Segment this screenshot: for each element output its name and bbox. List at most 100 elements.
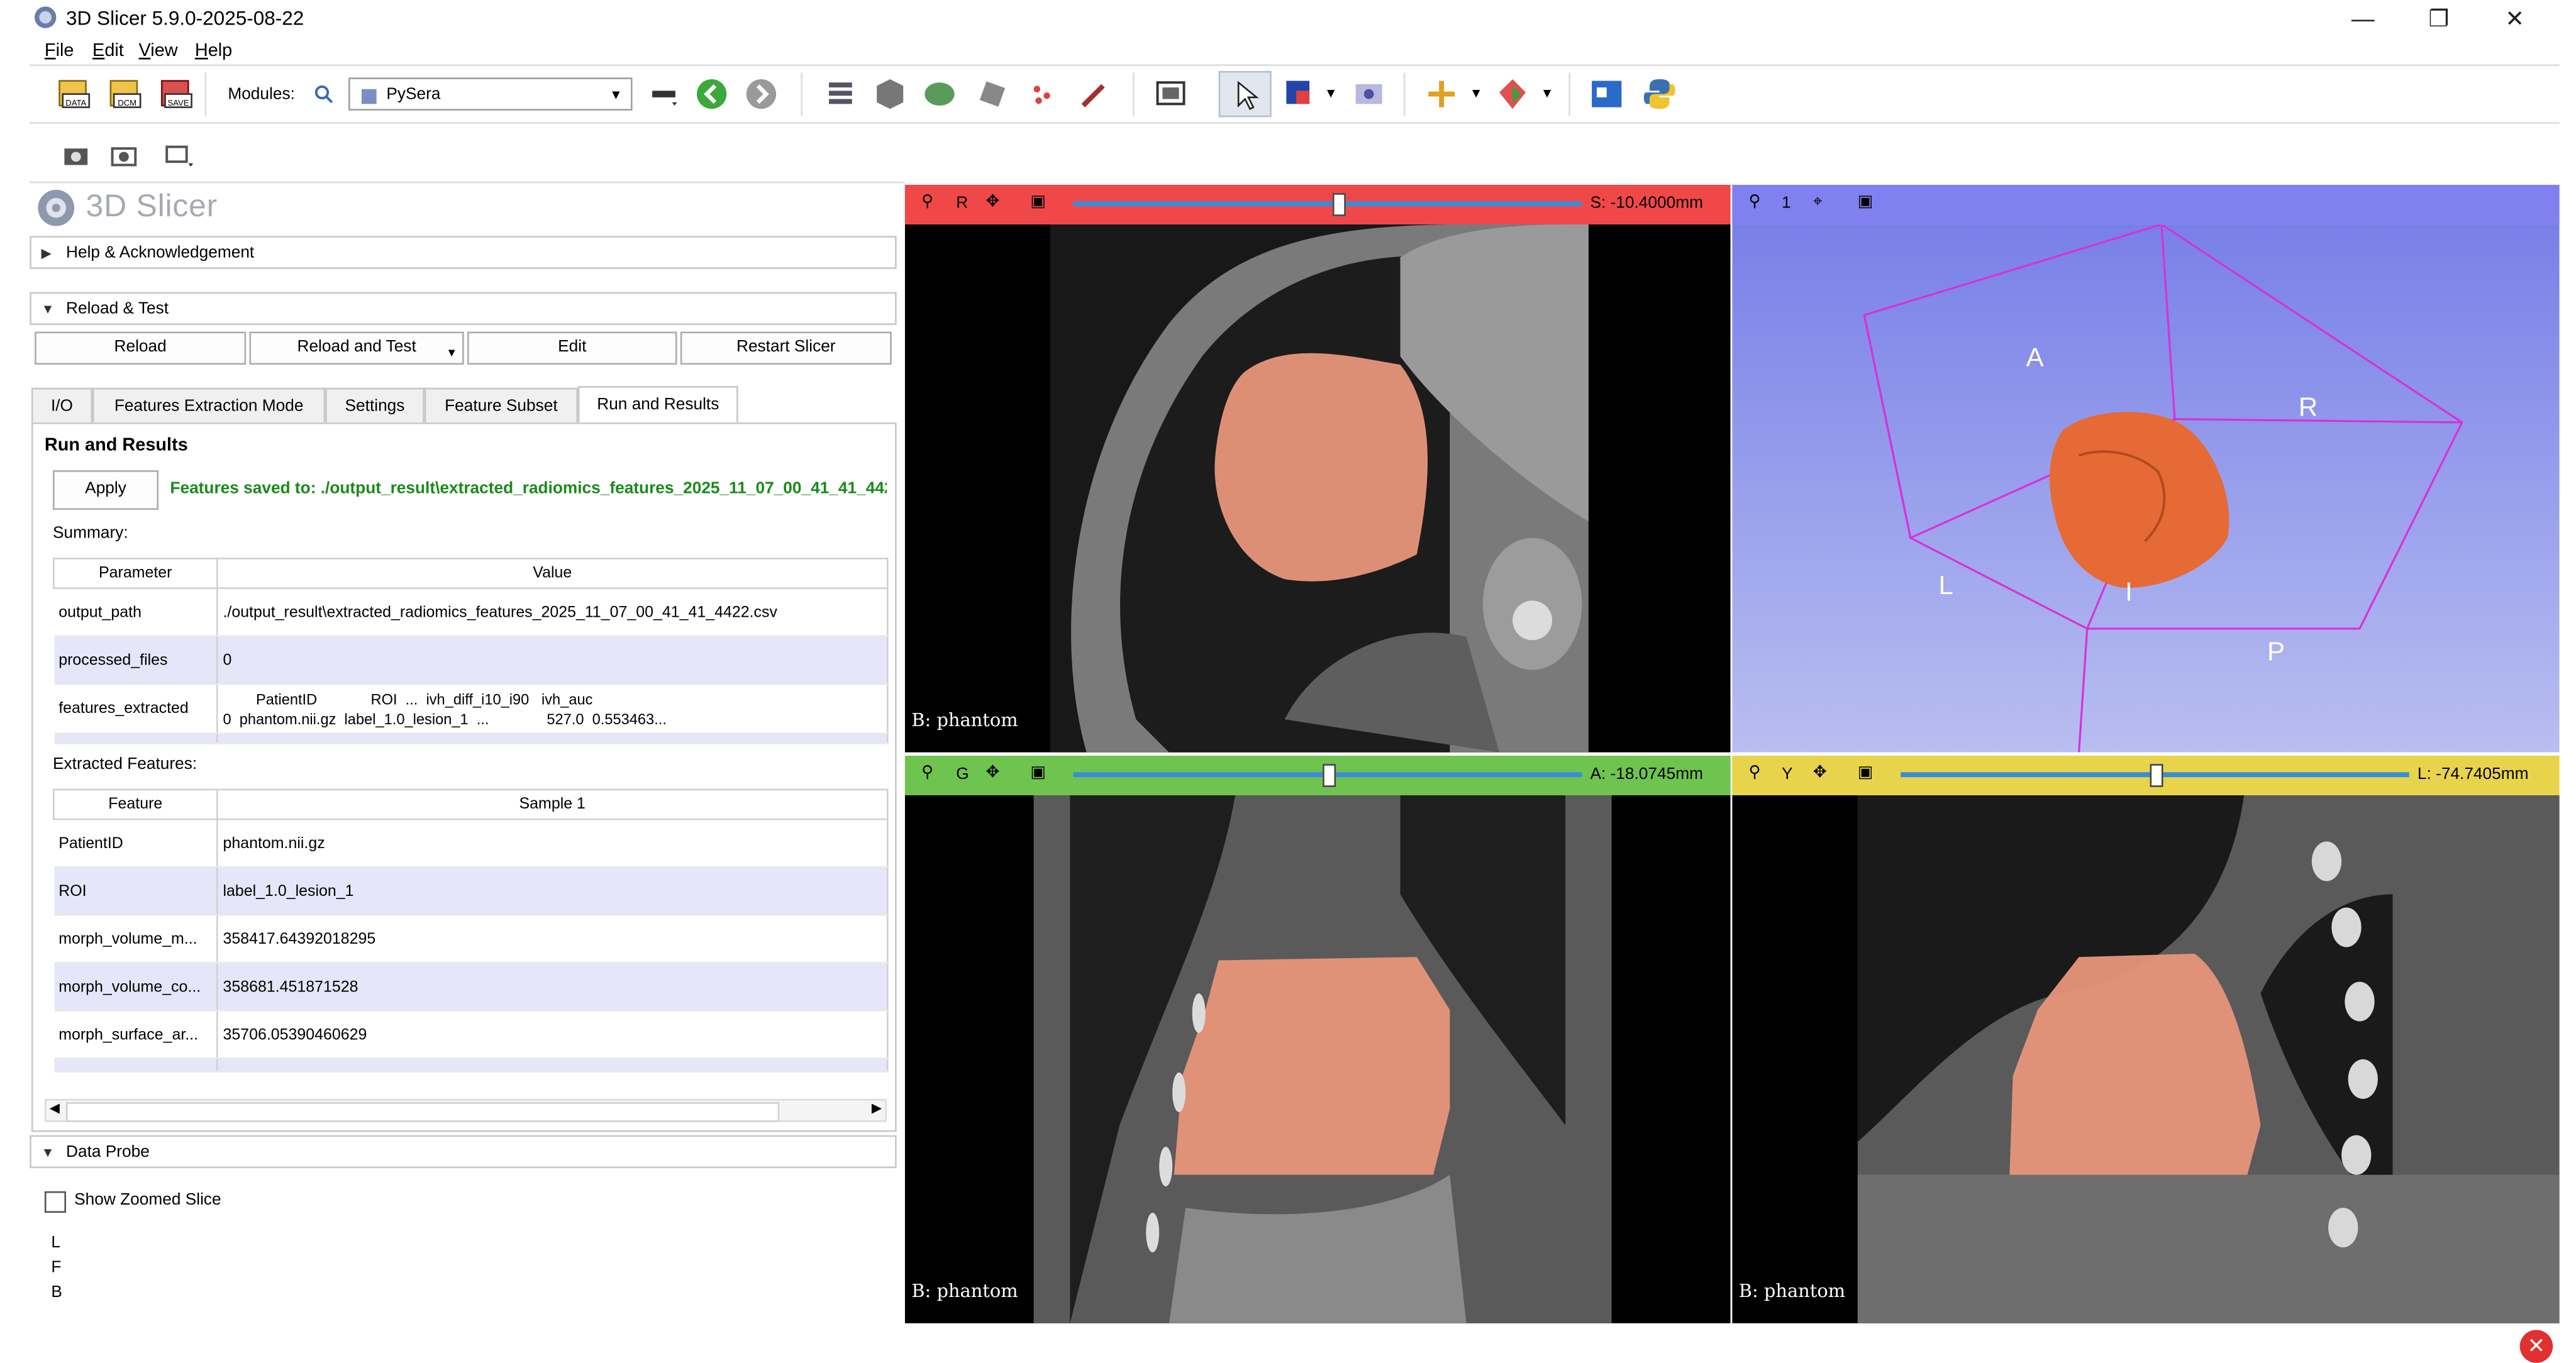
red-slice-slider[interactable]: [1073, 201, 1582, 207]
table-row[interactable]: processed_files 0: [53, 636, 889, 685]
search-icon[interactable]: [314, 84, 334, 104]
feature-name: morph_surface_ar...: [53, 1010, 218, 1059]
maximize-view-icon[interactable]: ▣: [1030, 764, 1046, 782]
table-row[interactable]: morph_surface_ar... 35706.05390460629: [53, 1010, 889, 1059]
pin-icon[interactable]: ⚲: [1749, 193, 1761, 211]
threed-render-view[interactable]: A R L I P: [1732, 224, 2560, 753]
save-icon[interactable]: SAVE: [158, 76, 195, 113]
orientation-label-i: I: [2125, 577, 2133, 606]
link-icon[interactable]: ✥: [985, 764, 999, 782]
module-selector[interactable]: PySera ▼: [348, 77, 633, 111]
back-arrow-icon[interactable]: [694, 76, 730, 113]
python-icon[interactable]: [1641, 76, 1678, 113]
toolbar-separator: [204, 72, 207, 116]
slicer-app-icon: [34, 6, 57, 28]
feature-value: phantom.nii.gz: [217, 819, 889, 868]
tab-run-and-results[interactable]: Run and Results: [577, 386, 738, 422]
chevron-down-icon[interactable]: ▼: [1470, 86, 1483, 101]
tab-features-extraction-mode[interactable]: Features Extraction Mode: [92, 387, 326, 422]
red-slider-handle[interactable]: [1333, 193, 1346, 216]
coronal-slice-image[interactable]: B: phantom: [904, 795, 1731, 1323]
orientation-label-p: P: [2267, 636, 2285, 666]
apply-button[interactable]: Apply: [53, 470, 159, 510]
toolbar-divider: [30, 122, 2560, 124]
menu-view[interactable]: View: [139, 41, 178, 61]
scroll-left-icon[interactable]: ◀: [50, 1101, 60, 1116]
horizontal-scrollbar[interactable]: ◀ ▶: [44, 1098, 887, 1122]
dcm-icon[interactable]: DCM: [108, 76, 144, 113]
edit-button[interactable]: Edit: [467, 331, 677, 365]
data-icon[interactable]: DATA: [56, 76, 92, 113]
maximize-view-icon[interactable]: ▣: [1858, 193, 1874, 211]
pin-icon[interactable]: ⚲: [921, 764, 933, 782]
camera-scene-icon[interactable]: [109, 142, 142, 168]
center-view-icon[interactable]: ⌖: [1813, 193, 1823, 211]
status-message: Features saved to: ./output_result\extra…: [170, 480, 887, 499]
show-zoomed-slice-checkbox[interactable]: [44, 1191, 67, 1213]
table-row[interactable]: ROI label_1.0_lesion_1: [53, 867, 889, 916]
maximize-button[interactable]: ❐: [2401, 0, 2477, 36]
pointer-icon[interactable]: [1228, 76, 1265, 113]
toolbar-separator: [801, 72, 803, 116]
place-fiducial-icon[interactable]: [1423, 76, 1460, 113]
markups-icon[interactable]: [1024, 76, 1060, 113]
reload-test-section[interactable]: ▼ Reload & Test: [30, 292, 897, 326]
probe-line-f: F: [51, 1259, 62, 1277]
orientation-label-l: L: [1938, 570, 1953, 600]
module-list-icon[interactable]: [823, 76, 859, 113]
menu-edit[interactable]: Edit: [92, 41, 124, 61]
window-level-icon[interactable]: [1281, 76, 1318, 113]
restart-slicer-button[interactable]: Restart Slicer: [680, 331, 892, 365]
volume-cube-icon[interactable]: [872, 76, 908, 113]
table-row[interactable]: morph_volume_co... 358681.451871528: [53, 963, 889, 1012]
axial-slice-image[interactable]: B: phantom: [904, 224, 1731, 753]
transforms-icon[interactable]: [974, 76, 1011, 113]
table-row[interactable]: PatientID phantom.nii.gz: [53, 819, 889, 868]
menu-help[interactable]: Help: [195, 41, 232, 61]
minimize-button[interactable]: —: [2325, 0, 2401, 36]
pin-icon[interactable]: ⚲: [921, 193, 933, 211]
scrollbar-thumb[interactable]: [66, 1102, 780, 1122]
extracted-features-label: Extracted Features:: [53, 756, 197, 774]
close-window-button[interactable]: ✕: [2477, 0, 2553, 36]
green-slider-handle[interactable]: [1323, 764, 1336, 787]
segment-icon[interactable]: [1494, 76, 1531, 113]
help-acknowledgement-section[interactable]: ▶ Help & Acknowledgement: [30, 236, 897, 269]
scroll-right-icon[interactable]: ▶: [872, 1101, 882, 1116]
maximize-view-icon[interactable]: ▣: [1858, 764, 1874, 782]
sagittal-slice-image[interactable]: B: phantom: [1732, 795, 2560, 1323]
reload-and-test-button[interactable]: Reload and Test ▼: [249, 331, 464, 365]
camera-settings-icon[interactable]: [164, 142, 200, 172]
tab-io[interactable]: I/O: [31, 387, 93, 422]
table-row[interactable]: morph_volume_m... 358417.64392018295: [53, 915, 889, 964]
help-section-label: Help & Acknowledgement: [66, 244, 255, 263]
extensions-icon[interactable]: [1589, 76, 1625, 113]
table-row[interactable]: features_extracted PatientID ROI ... ivh…: [53, 683, 889, 734]
probe-line-b: B: [51, 1283, 62, 1302]
reload-button[interactable]: Reload: [35, 331, 247, 365]
menu-file[interactable]: File: [45, 41, 74, 61]
models-icon[interactable]: [921, 76, 958, 113]
link-icon[interactable]: ✥: [985, 193, 999, 211]
layout-icon[interactable]: [647, 76, 684, 113]
yellow-view-label: B: phantom: [1739, 1280, 1845, 1301]
data-probe-section[interactable]: ▼ Data Probe: [30, 1135, 897, 1169]
forward-arrow-icon[interactable]: [743, 76, 780, 113]
panel-top-divider: [30, 181, 905, 184]
maximize-view-icon[interactable]: ▣: [1030, 193, 1046, 211]
crosshair-icon[interactable]: [1351, 76, 1387, 113]
screen-capture-icon[interactable]: [1153, 76, 1189, 113]
threed-view-letter: 1: [1782, 194, 1791, 213]
tab-settings[interactable]: Settings: [325, 387, 425, 422]
pin-icon[interactable]: ⚲: [1749, 764, 1761, 782]
table-row[interactable]: output_path ./output_result\extracted_ra…: [53, 588, 889, 637]
reload-section-label: Reload & Test: [66, 300, 169, 319]
yellow-slider-handle[interactable]: [2150, 764, 2163, 787]
chevron-down-icon[interactable]: ▼: [1324, 86, 1338, 101]
chevron-down-icon[interactable]: ▼: [1541, 86, 1554, 101]
tab-feature-subset[interactable]: Feature Subset: [424, 387, 578, 422]
camera-icon[interactable]: [61, 142, 91, 168]
link-icon[interactable]: ✥: [1813, 764, 1827, 782]
segment-editor-icon[interactable]: [1077, 76, 1113, 113]
summary-value: ./output_result\extracted_radiomics_feat…: [217, 588, 889, 637]
